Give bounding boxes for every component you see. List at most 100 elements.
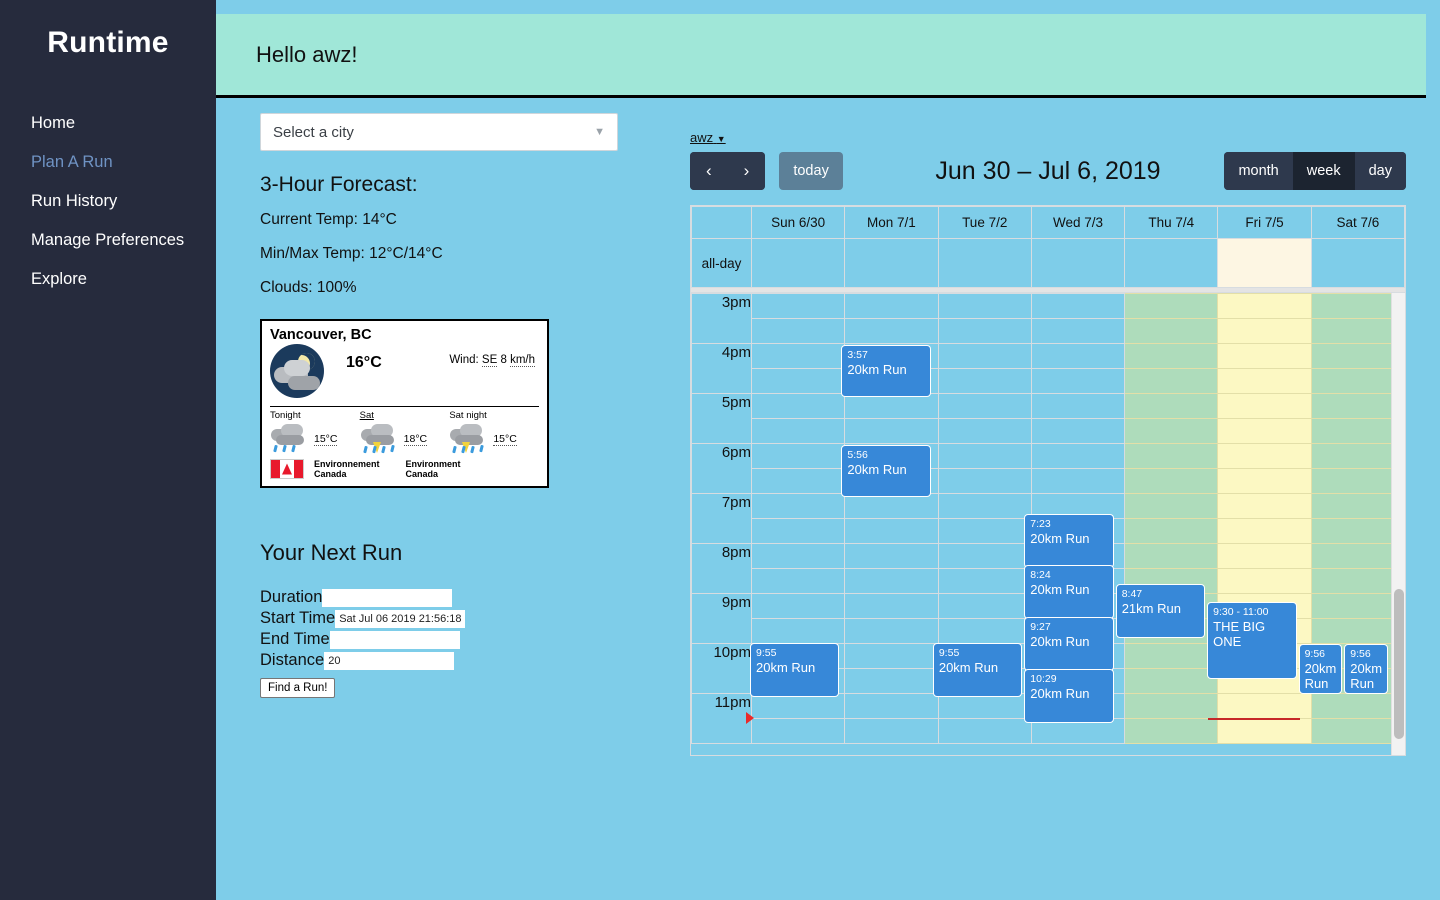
- slot-half-3-3[interactable]: [1030, 468, 1126, 494]
- view-button-day[interactable]: day: [1354, 152, 1406, 190]
- slot-2-1[interactable]: [844, 393, 939, 419]
- slot-half-4-5[interactable]: [1217, 518, 1312, 544]
- slot-half-5-5[interactable]: [1217, 568, 1312, 594]
- slot-half-8-3[interactable]: [1030, 718, 1126, 744]
- slot-half-5-2[interactable]: [937, 568, 1032, 594]
- all-day-cell-0[interactable]: [750, 238, 846, 288]
- calendar-event[interactable]: 9:56 20km Run: [1345, 645, 1387, 693]
- slot-half-1-2[interactable]: [937, 368, 1032, 394]
- slot-half-0-0[interactable]: [750, 318, 846, 344]
- all-day-cell-6[interactable]: [1310, 238, 1406, 288]
- all-day-cell-5[interactable]: [1217, 238, 1312, 288]
- slot-1-0[interactable]: [750, 343, 846, 369]
- slot-half-6-0[interactable]: [750, 618, 846, 644]
- slot-0-2[interactable]: [937, 293, 1032, 319]
- slot-1-3[interactable]: [1030, 343, 1126, 369]
- slot-2-3[interactable]: [1030, 393, 1126, 419]
- slot-5-5[interactable]: [1217, 543, 1312, 569]
- calendar-event[interactable]: 8:47 21km Run: [1116, 585, 1205, 637]
- sidebar-item-explore[interactable]: Explore: [0, 260, 216, 299]
- find-a-run-button[interactable]: Find a Run!: [260, 678, 336, 698]
- slot-3-2[interactable]: [937, 443, 1032, 469]
- slot-3-5[interactable]: [1217, 443, 1312, 469]
- calendar-event[interactable]: 9:55 20km Run: [933, 644, 1022, 696]
- day-header-6[interactable]: Sat 7/6: [1310, 206, 1406, 239]
- all-day-cell-4[interactable]: [1124, 238, 1219, 288]
- slot-half-2-1[interactable]: [844, 418, 939, 444]
- day-header-2[interactable]: Tue 7/2: [937, 206, 1032, 239]
- calendar-event[interactable]: 9:56 20km Run: [1299, 645, 1342, 693]
- slot-4-0[interactable]: [750, 493, 846, 519]
- next-button[interactable]: ›: [727, 152, 766, 190]
- slot-1-4[interactable]: [1124, 343, 1219, 369]
- slot-half-8-0[interactable]: [750, 718, 846, 744]
- slot-3-0[interactable]: [750, 443, 846, 469]
- slot-half-7-1[interactable]: [844, 668, 939, 694]
- slot-half-1-3[interactable]: [1030, 368, 1126, 394]
- slot-half-4-2[interactable]: [937, 518, 1032, 544]
- slot-1-2[interactable]: [937, 343, 1032, 369]
- calendar-event[interactable]: 3:57 20km Run: [842, 346, 930, 396]
- calendar-event[interactable]: 5:56 20km Run: [842, 446, 930, 496]
- slot-4-5[interactable]: [1217, 493, 1312, 519]
- all-day-cell-1[interactable]: [844, 238, 939, 288]
- time-grid-scroll-area[interactable]: 3pm 4pm 5pm 6pm 7pm 8pm 9pm 10pm 11pm 3:57 20km R…: [691, 293, 1405, 755]
- slot-half-3-4[interactable]: [1124, 468, 1219, 494]
- slot-half-2-5[interactable]: [1217, 418, 1312, 444]
- slot-half-2-4[interactable]: [1124, 418, 1219, 444]
- slot-half-3-0[interactable]: [750, 468, 846, 494]
- day-header-1[interactable]: Mon 7/1: [844, 206, 939, 239]
- slot-8-1[interactable]: [844, 693, 939, 719]
- slot-half-2-2[interactable]: [937, 418, 1032, 444]
- slot-half-8-5[interactable]: [1217, 718, 1312, 744]
- calendar-event[interactable]: 9:27 20km Run: [1025, 618, 1113, 670]
- city-select[interactable]: Select a city ▼: [260, 113, 618, 151]
- calendar-event[interactable]: 8:24 20km Run: [1025, 566, 1113, 618]
- slot-half-2-0[interactable]: [750, 418, 846, 444]
- slot-6-2[interactable]: [937, 593, 1032, 619]
- slot-2-0[interactable]: [750, 393, 846, 419]
- sidebar-item-run-history[interactable]: Run History: [0, 182, 216, 221]
- slot-5-4[interactable]: [1124, 543, 1219, 569]
- slot-0-5[interactable]: [1217, 293, 1312, 319]
- slot-5-0[interactable]: [750, 543, 846, 569]
- sidebar-item-home[interactable]: Home: [0, 104, 216, 143]
- slot-half-7-4[interactable]: [1124, 668, 1219, 694]
- slot-3-4[interactable]: [1124, 443, 1219, 469]
- slot-half-5-1[interactable]: [844, 568, 939, 594]
- slot-6-1[interactable]: [844, 593, 939, 619]
- slot-0-4[interactable]: [1124, 293, 1219, 319]
- calendar-scrollbar-thumb[interactable]: [1394, 589, 1404, 739]
- slot-0-0[interactable]: [750, 293, 846, 319]
- today-button[interactable]: today: [779, 152, 843, 190]
- slot-4-1[interactable]: [844, 493, 939, 519]
- slot-half-2-3[interactable]: [1030, 418, 1126, 444]
- slot-8-4[interactable]: [1124, 693, 1219, 719]
- slot-5-2[interactable]: [937, 543, 1032, 569]
- view-button-month[interactable]: month: [1224, 152, 1293, 190]
- slot-0-1[interactable]: [844, 293, 939, 319]
- slot-4-2[interactable]: [937, 493, 1032, 519]
- slot-4-4[interactable]: [1124, 493, 1219, 519]
- slot-2-4[interactable]: [1124, 393, 1219, 419]
- slot-7-1[interactable]: [844, 643, 939, 669]
- slot-2-2[interactable]: [937, 393, 1032, 419]
- slot-8-0[interactable]: [750, 693, 846, 719]
- view-button-week[interactable]: week: [1292, 152, 1355, 190]
- field-input-start-time[interactable]: Sat Jul 06 2019 21:56:18: [335, 609, 466, 628]
- slot-6-0[interactable]: [750, 593, 846, 619]
- sidebar-item-plan-a-run[interactable]: Plan A Run: [0, 143, 216, 182]
- all-day-cell-2[interactable]: [937, 238, 1032, 288]
- slot-half-0-5[interactable]: [1217, 318, 1312, 344]
- calendar-event[interactable]: 7:23 20km Run: [1025, 515, 1113, 567]
- slot-1-5[interactable]: [1217, 343, 1312, 369]
- slot-half-8-1[interactable]: [844, 718, 939, 744]
- slot-3-3[interactable]: [1030, 443, 1126, 469]
- slot-0-3[interactable]: [1030, 293, 1126, 319]
- day-header-4[interactable]: Thu 7/4: [1124, 206, 1219, 239]
- slot-half-4-4[interactable]: [1124, 518, 1219, 544]
- day-header-5[interactable]: Fri 7/5: [1217, 206, 1312, 239]
- calendar-event[interactable]: 9:30 - 11:00 THE BIG ONE: [1208, 603, 1296, 678]
- slot-half-3-2[interactable]: [937, 468, 1032, 494]
- slot-half-3-5[interactable]: [1217, 468, 1312, 494]
